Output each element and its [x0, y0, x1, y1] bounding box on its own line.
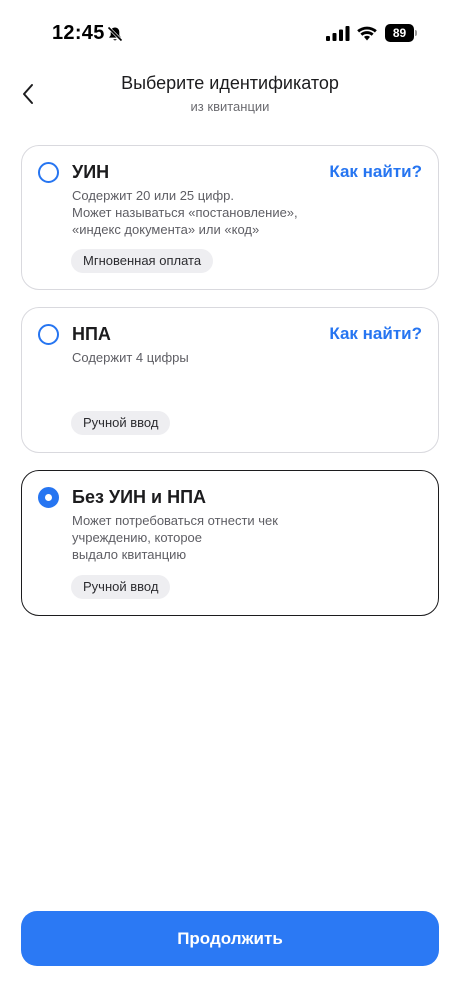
- wifi-icon: [357, 26, 377, 41]
- option-description: Содержит 20 или 25 цифр. Может называтьс…: [72, 188, 298, 237]
- radio-button-uin[interactable]: [38, 162, 59, 183]
- signal-icon: [326, 26, 350, 41]
- option-card-no-uin-npa[interactable]: Без УИН и НПА Может потребоваться отнест…: [21, 470, 439, 616]
- option-title: УИН: [72, 162, 110, 182]
- radio-button-npa[interactable]: [38, 324, 59, 345]
- how-to-find-link[interactable]: Как найти?: [329, 162, 422, 182]
- option-tag: Мгновенная оплата: [71, 249, 214, 273]
- how-to-find-link[interactable]: Как найти?: [329, 324, 422, 344]
- option-title: НПА: [72, 324, 111, 344]
- option-description: Может потребоваться отнести чек учрежден…: [72, 513, 278, 562]
- page-title: Выберите идентификатор: [121, 73, 339, 93]
- option-tag: Ручной ввод: [71, 411, 171, 435]
- page-subtitle: из квитанции: [190, 99, 270, 114]
- option-title: Без УИН и НПА: [72, 487, 207, 507]
- battery-icon: 89: [385, 24, 417, 42]
- status-time: 12:45: [52, 22, 105, 44]
- bell-off-icon: [107, 26, 123, 42]
- option-card-npa[interactable]: НПА Как найти? Содержит 4 цифры Ручной в…: [21, 307, 439, 453]
- radio-button-no-uin-npa[interactable]: [38, 487, 59, 508]
- battery-level: 89: [385, 24, 414, 42]
- option-description: Содержит 4 цифры: [72, 350, 189, 365]
- option-tag: Ручной ввод: [71, 575, 171, 599]
- status-bar: 12:45 89: [0, 0, 460, 64]
- option-card-uin[interactable]: УИН Как найти? Содержит 20 или 25 цифр. …: [21, 145, 439, 290]
- continue-button[interactable]: Продолжить: [21, 911, 439, 966]
